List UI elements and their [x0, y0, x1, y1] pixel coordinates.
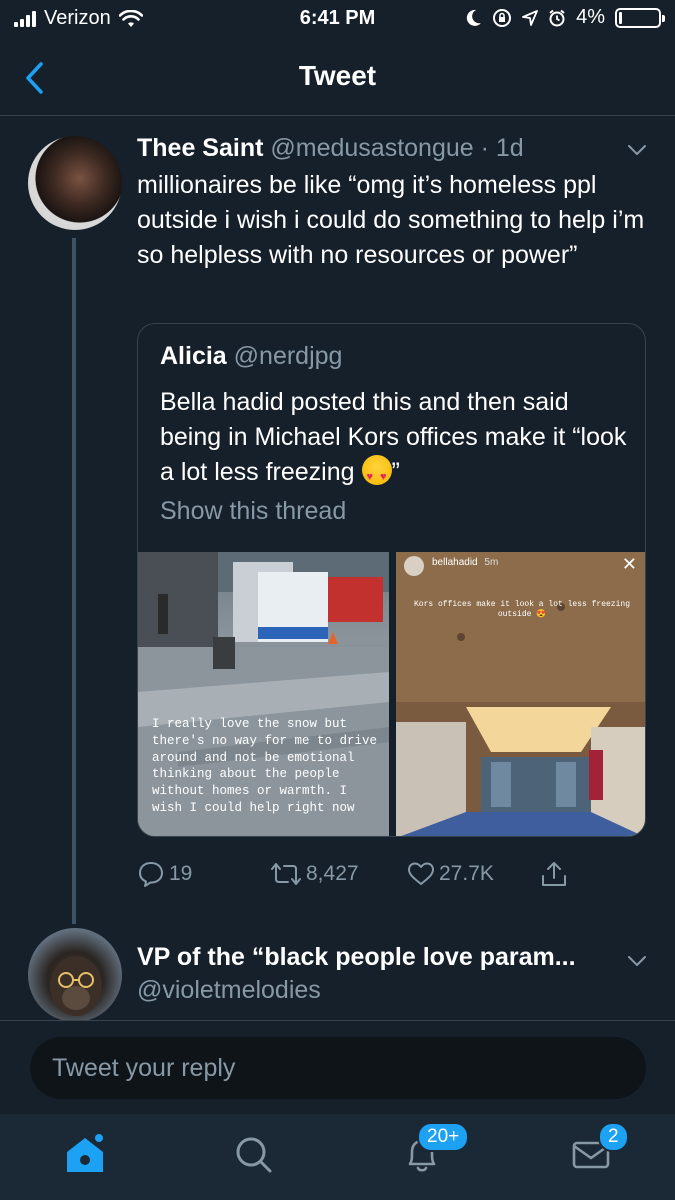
reply-composer: [0, 1020, 675, 1114]
alarm-icon: [549, 9, 565, 26]
tab-home[interactable]: [61, 1130, 109, 1178]
page-title: Tweet: [298, 60, 377, 91]
rotation-lock-icon: [493, 8, 512, 27]
story-user-line: bellahadid 5m: [432, 557, 498, 568]
retweet-icon: [271, 863, 301, 885]
quote-tweet-card[interactable]: Alicia @nerdjpg Bella hadid posted this …: [137, 323, 646, 837]
chevron-down-icon[interactable]: [624, 137, 650, 163]
story-avatar: [404, 556, 424, 576]
hallway-scene-image: [396, 552, 645, 836]
search-icon: [236, 1137, 272, 1173]
status-bar: Verizon 6:41 PM 4%: [0, 0, 675, 40]
moon-icon: [466, 9, 482, 26]
media-image-hallway[interactable]: bellahadid 5m ✕ Kors offices make it loo…: [396, 552, 645, 836]
reply-icon: [139, 862, 163, 887]
quote-author-name: Alicia: [160, 342, 227, 370]
media-image-street[interactable]: I really love the snow but there's no wa…: [138, 552, 389, 836]
nav-header: Tweet: [0, 40, 675, 116]
battery-fill: [619, 11, 622, 24]
story-overlay-text: I really love the snow but there's no wa…: [152, 717, 378, 815]
notifications-badge: 20+: [417, 1122, 470, 1152]
show-thread-link[interactable]: Show this thread: [160, 497, 346, 526]
author-handle[interactable]: @medusastongue: [270, 134, 473, 162]
battery-percent: 4%: [576, 6, 605, 28]
reply-author-name[interactable]: VP of the “black people love param...: [137, 943, 576, 972]
like-count: 27.7K: [439, 862, 494, 885]
location-icon: [522, 9, 538, 26]
tweet-timestamp: · 1d: [480, 134, 524, 162]
quote-text: Bella hadid posted this and then said be…: [160, 385, 630, 495]
heart-icon: [408, 862, 434, 885]
tab-bar: 20+ 2: [0, 1114, 675, 1200]
reply-author-handle[interactable]: @violetmelodies: [137, 976, 321, 1005]
status-icons: 4%: [466, 6, 665, 29]
reply-count: 19: [169, 862, 193, 885]
quote-author-line: Alicia @nerdjpg: [160, 342, 342, 371]
quote-media: I really love the snow but there's no wa…: [138, 552, 645, 836]
tweet-text: millionaires be like “omg it’s homeless …: [137, 171, 645, 269]
share-button[interactable]: [540, 860, 568, 888]
story-caption: Kors offices make it look a lot less fre…: [413, 600, 631, 619]
retweet-button[interactable]: 8,427: [270, 860, 359, 888]
tweet-actions: 19 8,427 27.7K: [137, 860, 607, 890]
story-time: 5m: [484, 557, 499, 568]
reply-input[interactable]: [30, 1037, 646, 1099]
messages-badge: 2: [598, 1122, 629, 1152]
story-close-icon: ✕: [621, 554, 637, 574]
tab-search[interactable]: [229, 1130, 277, 1178]
dog-with-glasses-image: [50, 956, 102, 1016]
share-icon: [542, 862, 566, 886]
thread-connector-line: [72, 238, 76, 924]
story-username: bellahadid: [432, 557, 478, 568]
reply-button[interactable]: 19: [137, 860, 192, 888]
like-button[interactable]: 27.7K: [407, 860, 494, 888]
chevron-down-icon[interactable]: [624, 948, 650, 974]
battery-icon: [615, 7, 665, 28]
quote-text-end: ”: [391, 458, 400, 486]
author-name[interactable]: Thee Saint: [137, 134, 263, 162]
tweet-author-line: Thee Saint @medusastongue · 1d: [137, 134, 524, 163]
quote-author-handle: @nerdjpg: [233, 342, 343, 370]
heart-eyes-emoji-icon: [361, 455, 392, 495]
avatar[interactable]: [28, 136, 122, 230]
retweet-count: 8,427: [306, 862, 359, 885]
avatar[interactable]: [28, 928, 122, 1022]
home-icon: [67, 1134, 103, 1172]
